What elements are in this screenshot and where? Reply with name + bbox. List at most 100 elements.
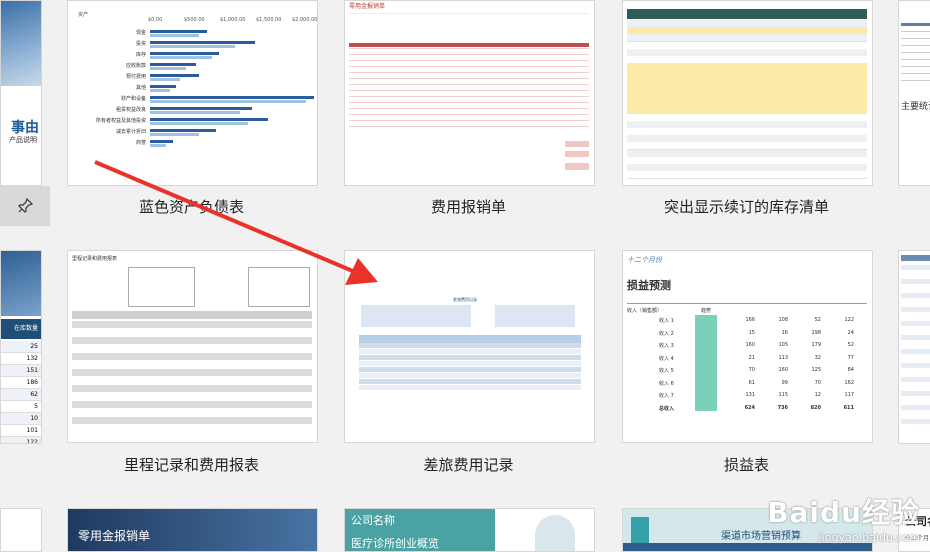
travel-row (359, 355, 581, 360)
template-thumb-inventory-list[interactable] (622, 0, 873, 186)
balance-row-label: 投资 (135, 41, 146, 47)
template-thumb-expense-report[interactable]: 零用金报销单 (344, 0, 595, 186)
balance-axis-tick: $0.00 (148, 17, 163, 23)
mileage-row (72, 385, 312, 392)
mileage-row (72, 425, 312, 432)
balance-row-label: 应收账款 (125, 63, 146, 69)
mileage-row (72, 337, 312, 344)
right-line (901, 45, 930, 46)
template-thumb-petty-cash[interactable]: 零用金报销单 (67, 508, 318, 552)
balance-bar-b (150, 56, 213, 59)
balance-bar-b (150, 133, 200, 136)
table-header: 在库数量 (1, 319, 41, 339)
right-line-2 (901, 314, 930, 319)
expense-grid-line (349, 78, 589, 79)
pnl-total-value: 736 (777, 404, 788, 411)
right-line-2 (901, 321, 930, 326)
balance-bar-b (150, 111, 241, 114)
right-line (901, 73, 930, 74)
balance-bar-a (150, 52, 219, 55)
template-label-4[interactable]: 里程记录和费用报表 (67, 454, 316, 475)
expense-grid-line (349, 84, 589, 85)
pnl-row-value: 32 (814, 354, 821, 361)
left-value: 10 (1, 413, 41, 425)
template-label-6[interactable]: 损益表 (622, 454, 871, 475)
pnl-total-value: 624 (744, 404, 755, 411)
pnl-row-label: 收入 4 (659, 355, 674, 362)
pnl-row-value: 160 (745, 342, 755, 348)
pnl-row-value: 70 (748, 367, 755, 373)
pnl-row-value: 52 (814, 317, 821, 323)
balance-row-label: 其他 (135, 85, 146, 91)
pnl-row-value: 122 (844, 317, 854, 323)
balance-bar-a (150, 30, 208, 33)
balance-row-label: 库存 (135, 52, 146, 58)
template-thumb-profit-loss[interactable]: 十二个月份 损益预测 收入（销售额） 趋势 收入 1 166 108 52 122 收入 … (622, 250, 873, 443)
balance-title: 资产 (78, 12, 89, 18)
pnl-row-label: 收入 2 (659, 330, 674, 337)
travel-row (359, 343, 581, 348)
balance-bar-b (150, 122, 249, 125)
right-line-2 (901, 398, 930, 403)
pnl-row-value: 16 (781, 329, 788, 336)
left-preview-middle[interactable]: 在库数量 25 132 151 186 62 5 10 101 122 (0, 250, 42, 444)
balance-bar-a (150, 96, 314, 99)
mileage-row (72, 345, 312, 352)
expense-grid-line (349, 90, 589, 91)
expense-grid-line (349, 60, 589, 61)
travel-row (359, 361, 581, 366)
balance-bar-b (150, 144, 167, 147)
pnl-row-label: 收入 6 (659, 380, 674, 387)
expense-grid-line (349, 126, 589, 127)
pnl-row-label: 收入 3 (659, 343, 674, 349)
balance-bar-b (150, 89, 170, 92)
right-line-2 (901, 272, 930, 277)
right-line (901, 31, 930, 32)
mileage-title: 里程记录和费用报表 (72, 256, 118, 262)
balance-bar-a (150, 63, 196, 66)
right-line-2 (901, 328, 930, 333)
template-label-3[interactable]: 突出显示续订的库存清单 (622, 196, 871, 217)
right-partial-thumb-top[interactable]: 主要统计 (898, 0, 930, 186)
pnl-total-value: 611 (843, 404, 854, 411)
template-label-2[interactable]: 费用报销单 (344, 196, 593, 217)
template-label-1[interactable]: 蓝色资产负债表 (67, 196, 316, 217)
balance-row-label: 所有者权益及其他投资 (95, 118, 146, 124)
pnl-row-value: 77 (847, 354, 854, 361)
right-line (901, 80, 930, 81)
right-line-2 (901, 377, 930, 382)
pnl-row-value: 113 (778, 354, 788, 361)
pnl-row-value: 162 (844, 379, 854, 386)
template-thumb-travel-expense[interactable]: 差旅费用记录 (344, 250, 595, 443)
right-partial-thumb-middle[interactable] (898, 250, 930, 444)
balance-bar-b (150, 45, 236, 48)
travel-title: 差旅费用记录 (453, 297, 477, 302)
bottom-title-1: 零用金报销单 (78, 529, 151, 543)
right-line-2 (901, 279, 930, 284)
template-thumb-balance-sheet[interactable]: 资产 $0.00 $500.00 $1,000.00 $1,500.00 $2,000.… (67, 0, 318, 186)
left-preview-bottom[interactable] (0, 508, 42, 552)
pnl-row-label: 收入 1 (659, 318, 674, 324)
balance-bar-a (150, 74, 200, 77)
expense-grid-line (349, 120, 589, 121)
balance-row-label: 预付费用 (125, 74, 146, 80)
pin-button[interactable] (0, 186, 50, 226)
template-thumb-clinic[interactable]: 公司名称 医疗诊所创业概览 (344, 508, 595, 552)
pnl-row-value: 52 (847, 342, 854, 348)
balance-bar-b (150, 78, 180, 81)
template-thumb-mileage[interactable]: 里程记录和费用报表 (67, 250, 318, 443)
pnl-row-value: 125 (811, 367, 821, 373)
left-preview-top[interactable]: 事由 产品说明 (0, 0, 42, 186)
left-value: 62 (1, 389, 41, 401)
left-value: 5 (1, 401, 41, 413)
bottom-subtitle-2: 医疗诊所创业概览 (351, 537, 439, 550)
right-line-2 (901, 335, 930, 340)
pnl-row-value: 160 (778, 367, 788, 373)
template-label-5[interactable]: 差旅费用记录 (344, 454, 593, 475)
pnl-row-value: 115 (778, 392, 788, 398)
mileage-row (72, 369, 312, 376)
mileage-row (72, 377, 312, 384)
right-line-2 (901, 342, 930, 347)
pnl-row-value: 108 (778, 317, 788, 323)
right-line-2 (901, 356, 930, 361)
